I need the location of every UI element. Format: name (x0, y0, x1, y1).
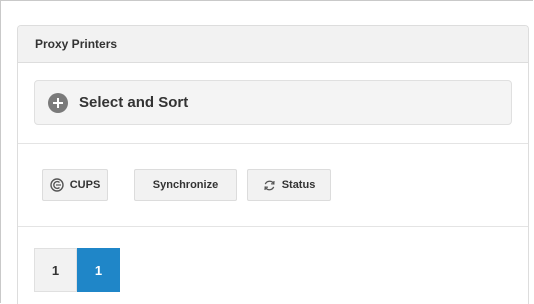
page-button[interactable]: 1 (34, 248, 77, 292)
pagination: 1 1 (18, 227, 528, 304)
page-number-active: 1 (94, 262, 103, 278)
synchronize-button[interactable]: Synchronize (134, 169, 237, 201)
synchronize-button-label: Synchronize (152, 179, 219, 191)
select-and-sort-button[interactable]: Select and Sort (34, 80, 512, 125)
status-button[interactable]: Status (247, 169, 331, 201)
proxy-printers-panel: Proxy Printers Select and Sort CUPS Sync… (17, 25, 529, 304)
page-button-active[interactable]: 1 (77, 248, 120, 292)
refresh-icon (264, 180, 275, 190)
toolbar-section: CUPS Synchronize Status (18, 144, 528, 227)
panel-heading: Proxy Printers (18, 26, 528, 63)
plus-circle-icon (48, 92, 68, 113)
select-sort-section: Select and Sort (18, 63, 528, 144)
panel-title: Proxy Printers (35, 37, 118, 51)
cups-icon (50, 178, 64, 192)
page-number: 1 (51, 262, 60, 278)
cups-button[interactable]: CUPS (42, 169, 108, 201)
select-and-sort-label: Select and Sort (79, 94, 189, 111)
status-button-label: Status (281, 179, 316, 191)
cups-button-label: CUPS (69, 179, 101, 191)
